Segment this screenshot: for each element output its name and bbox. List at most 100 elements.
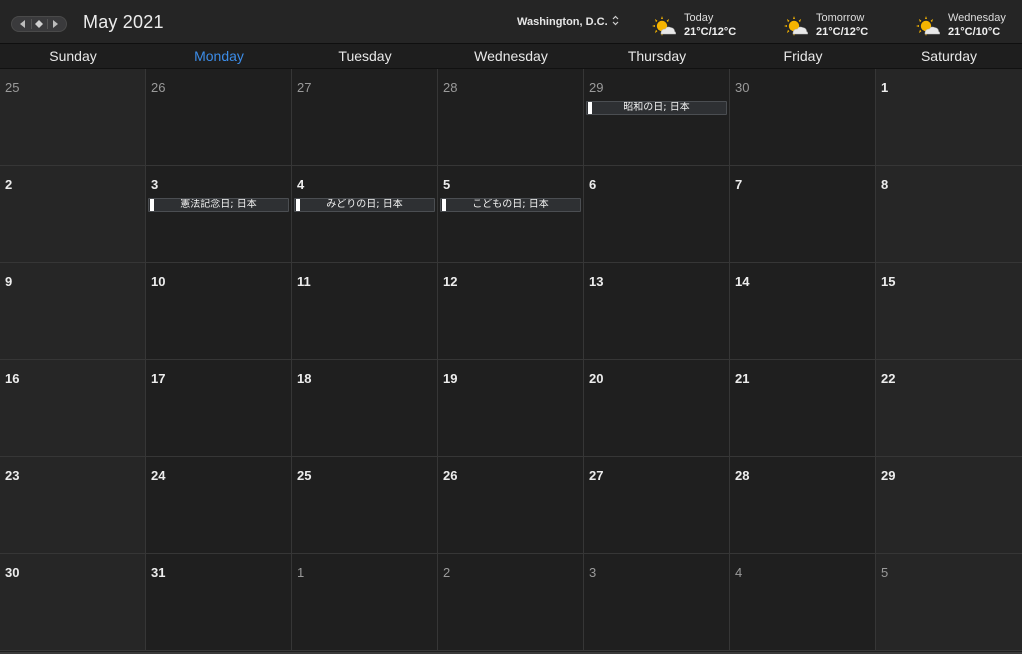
- holiday-event[interactable]: こどもの日; 日本: [440, 198, 581, 212]
- day-number: 11: [297, 274, 311, 289]
- day-number: 17: [151, 371, 166, 386]
- day-cell[interactable]: 27: [292, 69, 438, 166]
- day-cell[interactable]: 1: [876, 69, 1022, 166]
- day-cell[interactable]: 19: [438, 360, 584, 457]
- day-cell[interactable]: 9: [0, 263, 146, 360]
- day-number: 19: [443, 371, 458, 386]
- day-number: 3: [151, 177, 159, 192]
- day-number: 14: [735, 274, 750, 289]
- day-number: 29: [589, 80, 604, 95]
- day-number: 30: [735, 80, 750, 95]
- day-cell[interactable]: 4 みどりの日; 日本: [292, 166, 438, 263]
- day-number: 15: [881, 274, 896, 289]
- next-month-button[interactable]: [48, 18, 62, 30]
- day-number: 5: [443, 177, 451, 192]
- day-cell[interactable]: 15: [876, 263, 1022, 360]
- weather-day-label: Tomorrow: [816, 12, 865, 24]
- day-cell[interactable]: 16: [0, 360, 146, 457]
- day-cell[interactable]: 23: [0, 457, 146, 554]
- holiday-event[interactable]: 憲法記念日; 日本: [148, 198, 289, 212]
- day-number: 9: [5, 274, 13, 289]
- weekday-friday: Friday: [783, 48, 823, 64]
- day-cell[interactable]: 29 昭和の日; 日本: [584, 69, 730, 166]
- day-number: 23: [5, 468, 20, 483]
- day-number: 1: [297, 565, 305, 580]
- day-number: 12: [443, 274, 458, 289]
- day-number: 22: [881, 371, 896, 386]
- up-down-chevron-icon: [612, 15, 619, 29]
- day-number: 26: [443, 468, 458, 483]
- day-number: 13: [589, 274, 604, 289]
- day-number: 10: [151, 274, 166, 289]
- day-cell[interactable]: 18: [292, 360, 438, 457]
- day-number: 2: [443, 565, 451, 580]
- day-cell[interactable]: 10: [146, 263, 292, 360]
- calendar-window: May 2021 Washington, D.C. Today 21°C/12°C…: [0, 0, 1022, 654]
- day-number: 27: [589, 468, 604, 483]
- month-title: May 2021: [83, 12, 164, 32]
- previous-month-button[interactable]: [16, 18, 30, 30]
- chevron-left-icon: [20, 20, 25, 28]
- day-cell[interactable]: 3 憲法記念日; 日本: [146, 166, 292, 263]
- weekday-wednesday: Wednesday: [474, 48, 548, 64]
- day-number: 8: [881, 177, 889, 192]
- day-cell[interactable]: 30: [0, 554, 146, 651]
- day-cell[interactable]: 24: [146, 457, 292, 554]
- event-color-bar: [150, 199, 154, 211]
- event-color-bar: [296, 199, 300, 211]
- day-cell[interactable]: 22: [876, 360, 1022, 457]
- day-cell[interactable]: 28: [438, 69, 584, 166]
- day-number: 31: [151, 565, 166, 580]
- day-number: 25: [297, 468, 312, 483]
- day-cell[interactable]: 17: [146, 360, 292, 457]
- day-number: 26: [151, 80, 166, 95]
- day-cell[interactable]: 27: [584, 457, 730, 554]
- day-cell[interactable]: 6: [584, 166, 730, 263]
- day-cell[interactable]: 5 こどもの日; 日本: [438, 166, 584, 263]
- day-cell[interactable]: 4: [730, 554, 876, 651]
- day-cell[interactable]: 25: [0, 69, 146, 166]
- day-number: 4: [297, 177, 305, 192]
- day-number: 7: [735, 177, 743, 192]
- day-cell[interactable]: 2: [438, 554, 584, 651]
- day-number: 20: [589, 371, 604, 386]
- day-number: 4: [735, 565, 743, 580]
- day-cell[interactable]: 30: [730, 69, 876, 166]
- day-cell[interactable]: 7: [730, 166, 876, 263]
- day-cell[interactable]: 20: [584, 360, 730, 457]
- day-cell[interactable]: 13: [584, 263, 730, 360]
- day-cell[interactable]: 8: [876, 166, 1022, 263]
- day-cell[interactable]: 3: [584, 554, 730, 651]
- weekday-saturday: Saturday: [920, 48, 978, 64]
- day-number: 16: [5, 371, 20, 386]
- chevron-right-icon: [53, 20, 58, 28]
- day-cell[interactable]: 25: [292, 457, 438, 554]
- today-button[interactable]: [32, 18, 46, 30]
- day-cell[interactable]: 5: [876, 554, 1022, 651]
- day-cell[interactable]: 26: [146, 69, 292, 166]
- day-number: 5: [881, 565, 889, 580]
- navigation-control: [11, 16, 67, 32]
- day-cell[interactable]: 31: [146, 554, 292, 651]
- holiday-event[interactable]: みどりの日; 日本: [294, 198, 435, 212]
- weekday-sunday: Sunday: [49, 48, 97, 64]
- day-cell[interactable]: 12: [438, 263, 584, 360]
- day-number: 24: [151, 468, 166, 483]
- day-cell[interactable]: 21: [730, 360, 876, 457]
- day-cell[interactable]: 2: [0, 166, 146, 263]
- day-number: 3: [589, 565, 597, 580]
- day-cell[interactable]: 28: [730, 457, 876, 554]
- sun-cloud-icon: [652, 15, 676, 39]
- weather-day-label: Today: [684, 12, 714, 24]
- day-cell[interactable]: 29: [876, 457, 1022, 554]
- day-cell[interactable]: 1: [292, 554, 438, 651]
- holiday-event[interactable]: 昭和の日; 日本: [586, 101, 727, 115]
- event-color-bar: [442, 199, 446, 211]
- sun-cloud-icon: [784, 15, 808, 39]
- day-cell[interactable]: 26: [438, 457, 584, 554]
- location-selector[interactable]: Washington, D.C.: [517, 15, 619, 29]
- day-cell[interactable]: 14: [730, 263, 876, 360]
- day-number: 30: [5, 565, 20, 580]
- day-cell[interactable]: 11: [292, 263, 438, 360]
- weather-temperature: 21°C/12°C: [684, 26, 737, 38]
